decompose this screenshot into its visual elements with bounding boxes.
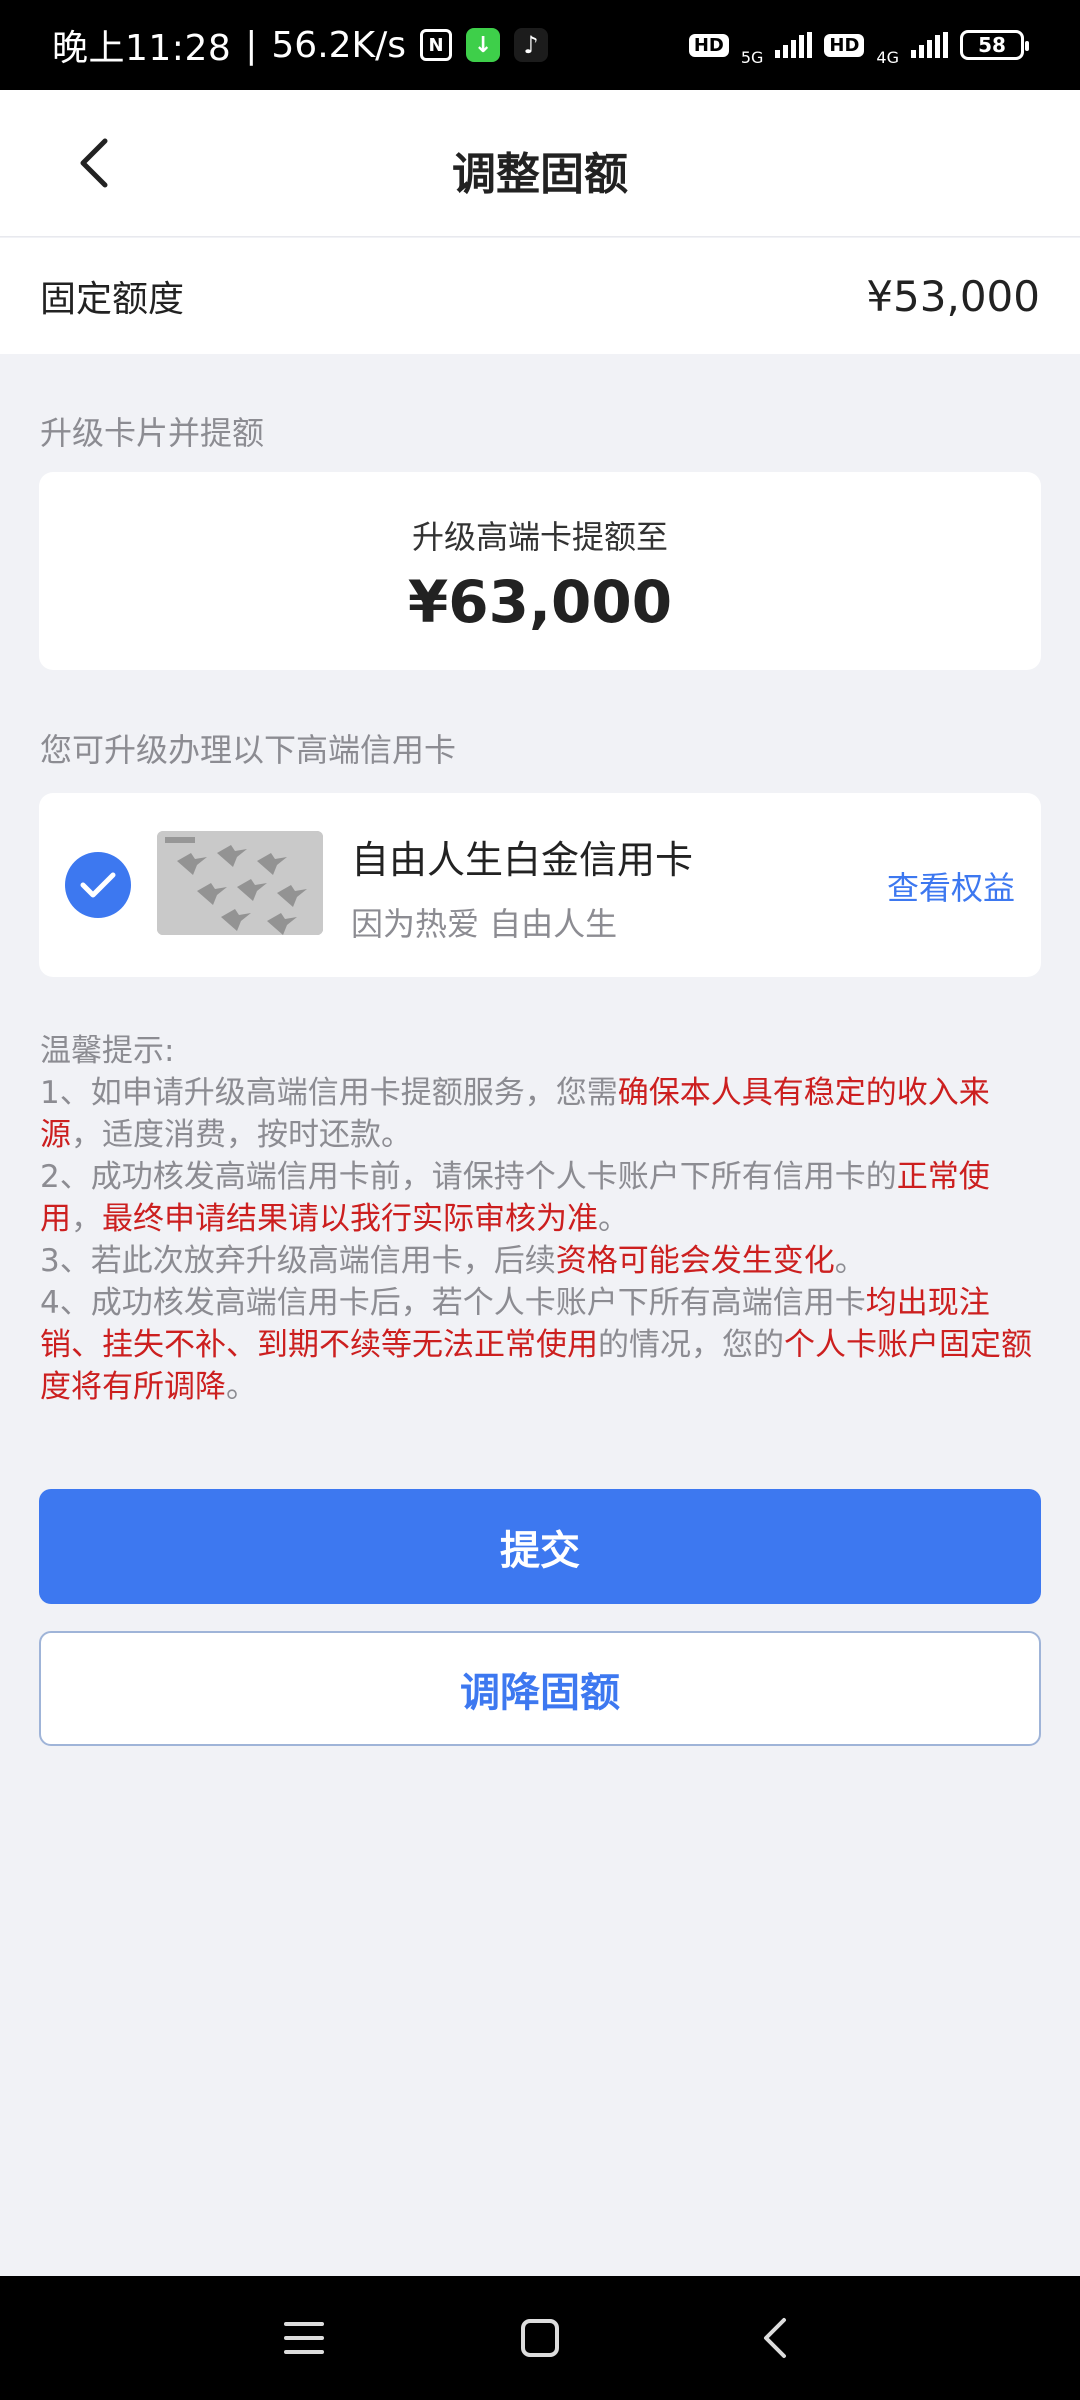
card-pattern-icon [157, 831, 323, 935]
menu-button[interactable] [276, 2310, 332, 2366]
signal-icon-1 [775, 32, 813, 58]
tip-4: 4、成功核发高端信用卡后，若个人卡账户下所有高端信用卡均出现注销、挂失不补、到期… [40, 1282, 1050, 1408]
hd-badge-1: HD [688, 33, 729, 57]
tip-3: 3、若此次放弃升级高端信用卡，后续资格可能会发生变化。 [40, 1240, 1050, 1282]
network-speed: 56.2K/s [271, 24, 407, 66]
tip-3-highlight: 资格可能会发生变化 [555, 1243, 835, 1279]
battery-level: 58 [978, 33, 1006, 57]
check-circle-icon[interactable] [65, 852, 131, 918]
tip-3-text-b: 。 [834, 1243, 866, 1279]
card-slogan: 因为热爱 自由人生 [351, 905, 618, 943]
tip-2-text-b: ， [71, 1201, 102, 1237]
submit-button[interactable]: 提交 [39, 1489, 1041, 1604]
status-right: HD 5G HD 4G 58 [688, 24, 1029, 67]
tip-2-highlight-2: 最终申请结果请以我行实际审核为准 [102, 1201, 598, 1237]
upgrade-card: 升级高端卡提额至 ¥63,000 [39, 472, 1041, 670]
fixed-limit-row: 固定额度 ¥53,000 [0, 238, 1080, 354]
nav-header: 调整固额 [0, 90, 1080, 237]
tips-block: 温馨提示: 1、如申请升级高端信用卡提额服务，您需确保本人具有稳定的收入来源，适… [40, 1030, 1050, 1408]
tiktok-icon: ♪ [514, 28, 549, 62]
tip-1-text-b: ，适度消费，按时还款。 [71, 1117, 412, 1153]
card-image [157, 831, 323, 935]
status-time: 晚上11:28 [52, 28, 232, 69]
home-icon [521, 2319, 559, 2357]
tip-2-text-a: 2、成功核发高端信用卡前，请保持个人卡账户下所有信用卡的 [40, 1159, 897, 1195]
reduce-limit-button[interactable]: 调降固额 [39, 1631, 1041, 1746]
menu-icon [284, 2322, 324, 2354]
upgrade-subtitle: 升级高端卡提额至 [411, 518, 668, 556]
tip-4-text-b: 的情况，您的 [598, 1327, 784, 1363]
nav-back-button[interactable] [748, 2310, 804, 2366]
back-icon [764, 2318, 786, 2358]
tip-1-text-a: 1、如申请升级高端信用卡提额服务，您需 [40, 1075, 618, 1111]
system-nav-bar [0, 2276, 1080, 2400]
fixed-limit-value: ¥53,000 [866, 271, 1040, 321]
status-separator: | [245, 24, 258, 66]
status-left: 晚上11:28 | 56.2K/s N ↓ ♪ [52, 19, 549, 71]
upgrade-section-title: 升级卡片并提额 [40, 414, 265, 452]
signal-icon-2 [911, 32, 948, 58]
tip-4-text-a: 4、成功核发高端信用卡后，若个人卡账户下所有高端信用卡 [40, 1285, 866, 1321]
battery-icon: 58 [960, 30, 1029, 60]
view-benefits-link[interactable]: 查看权益 [887, 863, 1015, 909]
tip-4-text-c: 。 [226, 1369, 257, 1405]
check-mark-icon [80, 872, 116, 898]
network-type-1: 5G [740, 48, 764, 67]
nfc-icon: N [420, 29, 453, 61]
upgrade-amount: ¥63,000 [407, 568, 673, 636]
tip-3-text-a: 3、若此次放弃升级高端信用卡，后续 [40, 1243, 556, 1279]
status-bar: 晚上11:28 | 56.2K/s N ↓ ♪ HD 5G HD 4G 58 [0, 0, 1080, 90]
tip-1: 1、如申请升级高端信用卡提额服务，您需确保本人具有稳定的收入来源，适度消费，按时… [40, 1072, 1050, 1156]
home-button[interactable] [512, 2310, 568, 2366]
card-section-title: 您可升级办理以下高端信用卡 [40, 731, 457, 769]
download-icon: ↓ [466, 28, 501, 62]
page-title: 调整固额 [452, 149, 628, 200]
tip-2: 2、成功核发高端信用卡前，请保持个人卡账户下所有信用卡的正常使用，最终申请结果请… [40, 1156, 1050, 1240]
fixed-limit-label: 固定额度 [40, 279, 185, 320]
tip-2-text-c: 。 [598, 1201, 629, 1237]
network-type-2: 4G [876, 48, 899, 67]
hd-badge-2: HD [824, 33, 865, 57]
card-name: 自由人生白金信用卡 [351, 838, 694, 882]
card-option[interactable]: 自由人生白金信用卡 因为热爱 自由人生 查看权益 [39, 793, 1041, 977]
tips-heading: 温馨提示: [40, 1033, 175, 1069]
